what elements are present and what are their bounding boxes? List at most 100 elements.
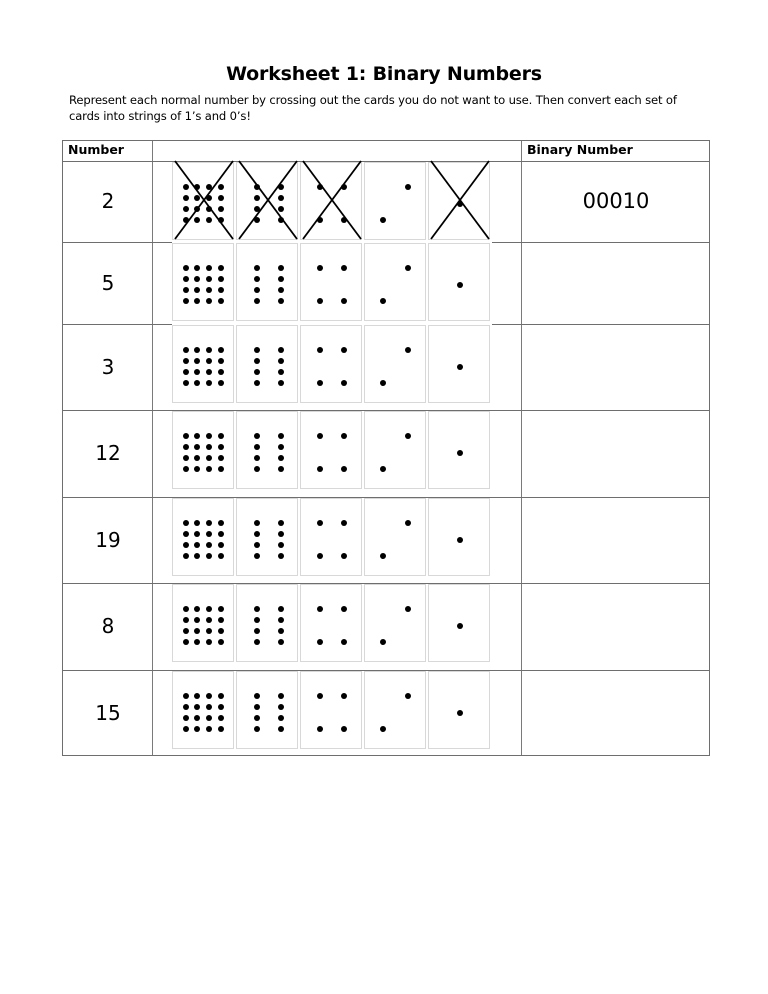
dot-pattern-icon <box>317 347 347 386</box>
dot <box>317 265 323 271</box>
card-set <box>172 584 492 666</box>
dot <box>218 693 224 699</box>
binary-number-cell[interactable] <box>522 670 710 756</box>
dot <box>194 704 200 710</box>
binary-card-2[interactable] <box>364 498 426 576</box>
number-cell: 12 <box>95 441 121 465</box>
binary-card-4[interactable] <box>300 160 362 240</box>
binary-card-8[interactable] <box>236 498 298 576</box>
binary-card-2[interactable] <box>364 325 426 403</box>
dot <box>218 704 224 710</box>
dot <box>194 455 200 461</box>
dot <box>183 369 189 375</box>
dot <box>183 298 189 304</box>
dot <box>194 531 200 537</box>
binary-card-8[interactable] <box>236 243 298 321</box>
binary-card-4[interactable] <box>300 411 362 489</box>
dot <box>341 693 347 699</box>
dot <box>457 623 463 629</box>
binary-card-1[interactable] <box>428 325 490 403</box>
dot <box>218 639 224 645</box>
worksheet-title: Worksheet 1: Binary Numbers <box>226 63 542 85</box>
binary-card-2[interactable] <box>364 162 426 240</box>
dot <box>218 347 224 353</box>
binary-card-4[interactable] <box>300 498 362 576</box>
dot <box>206 531 212 537</box>
dot <box>254 444 260 450</box>
dot <box>278 628 284 634</box>
dot-pattern-icon <box>183 347 224 386</box>
binary-card-8[interactable] <box>236 671 298 749</box>
dot <box>254 466 260 472</box>
number-cell: 5 <box>101 271 115 295</box>
dot <box>380 553 386 559</box>
binary-number-cell[interactable]: 00010 <box>522 161 710 242</box>
dot <box>206 287 212 293</box>
binary-card-4[interactable] <box>300 243 362 321</box>
binary-card-16[interactable] <box>172 325 234 403</box>
dot <box>183 276 189 282</box>
binary-card-16[interactable] <box>172 671 234 749</box>
binary-card-2[interactable] <box>364 243 426 321</box>
binary-number-cell[interactable] <box>522 410 710 497</box>
binary-card-4[interactable] <box>300 671 362 749</box>
dot <box>183 444 189 450</box>
dot <box>183 617 189 623</box>
dot <box>206 628 212 634</box>
binary-number-cell[interactable] <box>522 324 710 410</box>
binary-card-8[interactable] <box>236 160 298 240</box>
dot <box>254 369 260 375</box>
dot <box>405 265 411 271</box>
card-set <box>172 671 492 753</box>
binary-card-2[interactable] <box>364 411 426 489</box>
dot <box>457 710 463 716</box>
dot <box>218 553 224 559</box>
dot <box>183 726 189 732</box>
dot-pattern-icon <box>183 520 224 559</box>
binary-card-8[interactable] <box>236 584 298 662</box>
dot <box>194 287 200 293</box>
binary-card-16[interactable] <box>172 243 234 321</box>
binary-card-16[interactable] <box>172 411 234 489</box>
binary-card-8[interactable] <box>236 325 298 403</box>
dot <box>457 364 463 370</box>
binary-number-cell[interactable] <box>522 497 710 583</box>
binary-card-1[interactable] <box>428 411 490 489</box>
binary-card-8[interactable] <box>236 411 298 489</box>
dot <box>278 369 284 375</box>
binary-card-16[interactable] <box>172 584 234 662</box>
binary-card-1[interactable] <box>428 160 490 240</box>
dot <box>194 298 200 304</box>
dot-pattern-icon <box>317 693 347 732</box>
dot <box>278 466 284 472</box>
dot-pattern-icon <box>380 265 411 304</box>
card-set <box>172 243 492 325</box>
binary-card-16[interactable] <box>172 160 234 240</box>
dot-pattern-icon <box>457 282 463 288</box>
dot-pattern-icon <box>380 347 411 386</box>
dot <box>194 265 200 271</box>
binary-card-2[interactable] <box>364 584 426 662</box>
dot <box>341 265 347 271</box>
dot-pattern-icon <box>457 364 463 370</box>
binary-number-cell[interactable] <box>522 242 710 324</box>
dot <box>183 531 189 537</box>
card-set <box>172 498 492 580</box>
binary-card-4[interactable] <box>300 584 362 662</box>
dot <box>341 380 347 386</box>
dot <box>206 265 212 271</box>
dot <box>317 380 323 386</box>
dot <box>278 542 284 548</box>
binary-card-2[interactable] <box>364 671 426 749</box>
binary-card-1[interactable] <box>428 498 490 576</box>
binary-card-1[interactable] <box>428 584 490 662</box>
dot <box>341 726 347 732</box>
binary-card-1[interactable] <box>428 671 490 749</box>
binary-number-cell[interactable] <box>522 583 710 670</box>
binary-card-1[interactable] <box>428 243 490 321</box>
binary-card-4[interactable] <box>300 325 362 403</box>
binary-card-16[interactable] <box>172 498 234 576</box>
dot <box>254 704 260 710</box>
dot <box>254 195 260 201</box>
dot-pattern-icon <box>302 160 362 240</box>
